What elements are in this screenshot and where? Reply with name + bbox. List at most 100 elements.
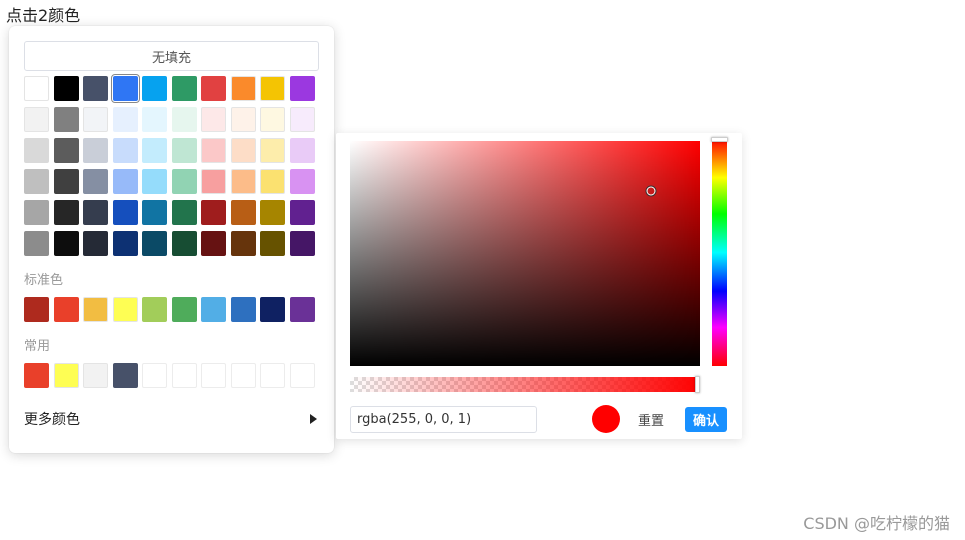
recent-color-swatch[interactable] <box>24 363 49 388</box>
color-swatch[interactable] <box>83 76 108 101</box>
recent-color-empty-slot[interactable] <box>260 363 285 388</box>
recent-color-swatch[interactable] <box>112 363 138 388</box>
recent-color-empty-slot[interactable] <box>201 363 226 388</box>
color-swatch[interactable] <box>83 231 108 256</box>
value-gradient <box>350 141 700 366</box>
standard-color-swatch[interactable] <box>201 297 226 322</box>
color-swatch[interactable] <box>201 231 226 256</box>
color-value-input[interactable] <box>350 406 537 433</box>
color-swatch[interactable] <box>112 231 138 256</box>
color-swatch[interactable] <box>230 200 256 225</box>
hue-slider-thumb[interactable] <box>711 137 728 142</box>
color-swatch[interactable] <box>24 169 49 194</box>
recent-color-swatch[interactable] <box>53 363 79 388</box>
color-swatch[interactable] <box>201 138 226 163</box>
color-swatch[interactable] <box>230 231 256 256</box>
color-swatch[interactable] <box>24 76 49 101</box>
recent-color-empty-slot[interactable] <box>230 363 256 388</box>
recent-color-grid <box>24 363 320 388</box>
color-swatch[interactable] <box>289 138 315 163</box>
color-swatch[interactable] <box>142 231 167 256</box>
color-swatch[interactable] <box>112 200 138 225</box>
color-swatch[interactable] <box>83 138 108 163</box>
alpha-slider-thumb[interactable] <box>695 376 700 393</box>
standard-color-swatch[interactable] <box>171 297 197 322</box>
color-swatch[interactable] <box>201 200 226 225</box>
color-swatch[interactable] <box>260 200 285 225</box>
color-swatch[interactable] <box>112 107 138 132</box>
color-swatch[interactable] <box>289 107 315 132</box>
color-swatch[interactable] <box>171 107 197 132</box>
color-preview-swatch <box>592 405 620 433</box>
color-swatch[interactable] <box>24 138 49 163</box>
standard-color-swatch[interactable] <box>289 297 315 322</box>
color-swatch[interactable] <box>53 200 79 225</box>
color-swatch[interactable] <box>83 107 108 132</box>
confirm-button[interactable]: 确认 <box>685 407 727 432</box>
recent-color-swatch[interactable] <box>83 363 108 388</box>
color-swatch[interactable] <box>83 200 108 225</box>
color-swatch[interactable] <box>142 169 167 194</box>
saturation-value-panel[interactable] <box>350 141 700 366</box>
standard-color-swatch[interactable] <box>260 297 285 322</box>
color-swatch[interactable] <box>171 76 197 101</box>
color-swatch[interactable] <box>24 200 49 225</box>
color-swatch[interactable] <box>289 200 315 225</box>
color-swatch[interactable] <box>53 138 79 163</box>
color-swatch[interactable] <box>260 138 285 163</box>
color-swatch[interactable] <box>230 169 256 194</box>
standard-color-swatch[interactable] <box>83 297 108 322</box>
recent-color-empty-slot[interactable] <box>289 363 315 388</box>
standard-color-swatch[interactable] <box>142 297 167 322</box>
color-swatch[interactable] <box>83 169 108 194</box>
hue-slider[interactable] <box>711 137 728 366</box>
color-swatch[interactable] <box>171 231 197 256</box>
color-swatch[interactable] <box>142 107 167 132</box>
color-swatch[interactable] <box>230 138 256 163</box>
recent-color-empty-slot[interactable] <box>142 363 167 388</box>
color-swatch[interactable] <box>24 231 49 256</box>
color-swatch[interactable] <box>260 231 285 256</box>
reset-button[interactable]: 重置 <box>632 408 670 430</box>
color-swatch[interactable] <box>110 74 140 103</box>
color-swatch[interactable] <box>53 107 79 132</box>
recent-color-empty-slot[interactable] <box>171 363 197 388</box>
color-swatch[interactable] <box>260 76 285 101</box>
color-swatch[interactable] <box>142 200 167 225</box>
color-swatch[interactable] <box>112 138 138 163</box>
sv-cursor-handle[interactable] <box>646 186 656 195</box>
color-swatch[interactable] <box>142 76 167 101</box>
more-colors-label: 更多颜色 <box>24 412 80 428</box>
alpha-slider[interactable] <box>350 376 700 393</box>
color-swatch[interactable] <box>201 76 226 101</box>
color-swatch[interactable] <box>201 107 226 132</box>
color-swatch[interactable] <box>289 231 315 256</box>
color-swatch[interactable] <box>53 76 79 101</box>
color-swatch[interactable] <box>260 107 285 132</box>
no-fill-button[interactable]: 无填充 <box>24 41 319 71</box>
color-swatch[interactable] <box>230 107 256 132</box>
color-trigger-label[interactable]: 点击2颜色 <box>6 2 80 26</box>
standard-color-swatch[interactable] <box>24 297 49 322</box>
color-swatch[interactable] <box>171 138 197 163</box>
color-swatch[interactable] <box>171 200 197 225</box>
standard-colors-label: 标准色 <box>24 273 64 288</box>
color-swatch[interactable] <box>53 231 79 256</box>
color-swatch[interactable] <box>201 169 226 194</box>
standard-color-swatch[interactable] <box>112 297 138 322</box>
color-swatch[interactable] <box>53 169 79 194</box>
color-swatch[interactable] <box>289 169 315 194</box>
color-swatch[interactable] <box>289 76 315 101</box>
color-swatch[interactable] <box>142 138 167 163</box>
color-swatch[interactable] <box>24 107 49 132</box>
color-swatch[interactable] <box>171 169 197 194</box>
standard-color-swatch[interactable] <box>230 297 256 322</box>
standard-color-swatch[interactable] <box>53 297 79 322</box>
color-swatch[interactable] <box>260 169 285 194</box>
color-swatch[interactable] <box>230 76 256 101</box>
more-colors-button[interactable]: 更多颜色 <box>24 408 319 430</box>
color-swatch[interactable] <box>112 169 138 194</box>
caret-right-icon <box>310 414 317 424</box>
alpha-gradient <box>350 377 700 392</box>
page: 点击2颜色 无填充 标准色 常用 更多颜色 重置 确认 CSDN @吃柠檬的猫 <box>0 0 965 540</box>
